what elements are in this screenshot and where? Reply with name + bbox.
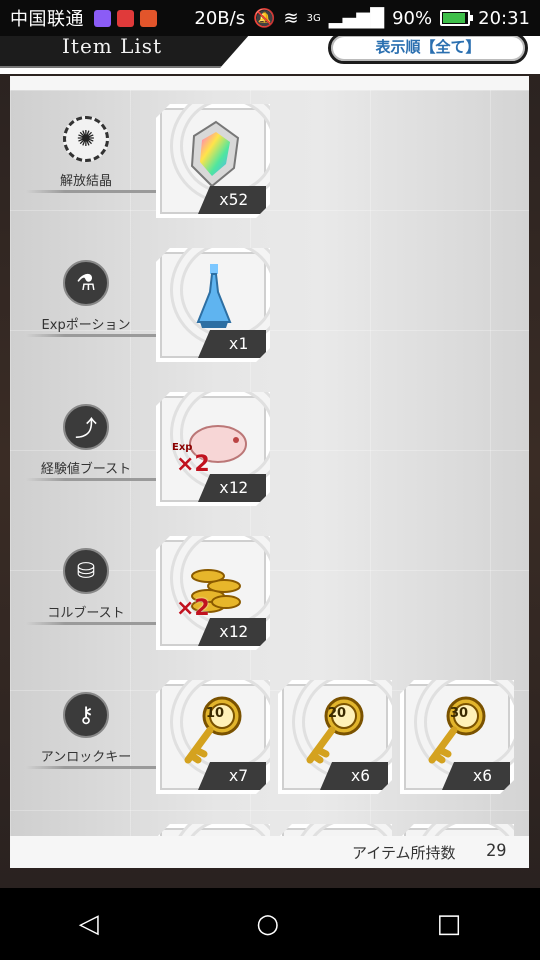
item-list[interactable]: ✺ 解放結晶 x52 ⚗ Expポーション x1 ⤴ 経験値ブースト Exp ×2 x12 ⛁ コルブー… xyxy=(10,90,529,836)
wifi-icon: ≋ xyxy=(283,7,299,29)
mute-icon: 🔕 xyxy=(253,7,276,29)
multiplier-badge: ×2 xyxy=(176,452,210,477)
category-label: ✺ 解放結晶 xyxy=(24,104,156,214)
item-card-partial[interactable] xyxy=(400,824,514,836)
clock: 20:31 xyxy=(478,7,530,29)
title-tab: Item List xyxy=(0,36,250,68)
category-row: ⛁ コルブースト ×2 x12 xyxy=(10,536,529,680)
home-button[interactable]: ○ xyxy=(256,909,279,939)
flask-icon: ⚗ xyxy=(63,260,109,306)
multiplier-badge: ×2 xyxy=(176,596,210,621)
key-number: 20 xyxy=(328,706,347,721)
category-label: ⚗ Expポーション xyxy=(24,248,156,358)
item-card-partial[interactable] xyxy=(278,824,392,836)
back-button[interactable]: ◁ xyxy=(79,909,99,939)
status-bar: 中国联通 20B/s 🔕 ≋ 3G ▂▄▆█ 90% 20:31 xyxy=(0,0,540,36)
item-count-label: アイテム所持数 xyxy=(352,844,456,862)
battery-percent: 90% xyxy=(392,7,433,29)
sort-order-button[interactable]: 表示順【全て】 xyxy=(328,36,528,64)
key-number: 10 xyxy=(206,706,225,721)
category-name: 経験値ブースト xyxy=(40,462,132,477)
notification-icons xyxy=(94,9,157,27)
item-count: x7 xyxy=(198,762,266,790)
navigation-bar: ◁ ○ □ xyxy=(0,888,540,960)
header-bar: Item List 表示順【全て】 xyxy=(0,36,540,74)
blue-potion-image xyxy=(178,262,250,334)
signal-icon: ▂▄▆█ xyxy=(328,7,385,29)
gold-key-image xyxy=(422,694,494,766)
recents-button[interactable]: □ xyxy=(437,909,462,939)
item-count-footer: アイテム所持数 29 xyxy=(10,836,529,868)
category-row: ⤴ 経験値ブースト Exp ×2 x12 xyxy=(10,392,529,536)
item-card[interactable]: x1 xyxy=(156,248,270,362)
exp-boost-icon: ⤴ xyxy=(63,404,109,450)
carrier-name: 中国联通 xyxy=(10,9,84,30)
network-speed: 20B/s xyxy=(194,7,246,29)
category-name: Expポーション xyxy=(41,318,131,333)
category-row: ✺ 解放結晶 x52 xyxy=(10,104,529,248)
coin-boost-icon: ⛁ xyxy=(63,548,109,594)
app-notification-icon xyxy=(140,9,157,27)
game-screen: Item List 表示順【全て】 ✺ 解放結晶 x52 ⚗ Expポーション x1 ⤴ 経験… xyxy=(0,36,540,888)
item-count: x6 xyxy=(320,762,388,790)
item-card[interactable]: x52 xyxy=(156,104,270,218)
item-count: x1 xyxy=(198,330,266,358)
gold-key-image xyxy=(300,694,372,766)
category-name: 解放結晶 xyxy=(59,174,112,189)
category-underline xyxy=(26,478,156,481)
rainbow-crystal-image xyxy=(178,118,250,190)
network-type: 3G xyxy=(306,12,321,24)
item-count: x6 xyxy=(442,762,510,790)
category-underline xyxy=(26,190,156,193)
item-card-partial[interactable] xyxy=(156,824,270,836)
item-card[interactable]: 10 x7 xyxy=(156,680,270,794)
crystal-gear-icon: ✺ xyxy=(63,116,109,162)
item-card[interactable]: 20 x6 xyxy=(278,680,392,794)
item-count: x12 xyxy=(198,618,266,646)
item-count: x52 xyxy=(198,186,266,214)
category-row: ⚷ アンロックキー 10 x7 20 x6 30 x6 xyxy=(10,680,529,824)
category-underline xyxy=(26,766,156,769)
item-count: x12 xyxy=(198,474,266,502)
key-number: 30 xyxy=(450,706,469,721)
category-name: コルブースト xyxy=(47,606,125,621)
item-card[interactable]: ×2 x12 xyxy=(156,536,270,650)
item-count-value: 29 xyxy=(486,841,507,861)
item-card[interactable]: 30 x6 xyxy=(400,680,514,794)
sort-order-label: 表示順【全て】 xyxy=(375,38,481,56)
gallery-notification-icon xyxy=(94,9,111,27)
item-list-panel[interactable]: ✺ 解放結晶 x52 ⚗ Expポーション x1 ⤴ 経験値ブースト Exp ×2 x12 ⛁ コルブー… xyxy=(10,76,529,868)
category-row: ⚗ Expポーション x1 xyxy=(10,248,529,392)
category-underline xyxy=(26,622,156,625)
category-label: ⤴ 経験値ブースト xyxy=(24,392,156,502)
key-icon: ⚷ xyxy=(63,692,109,738)
item-card[interactable]: Exp ×2 x12 xyxy=(156,392,270,506)
category-name: アンロックキー xyxy=(40,750,132,765)
category-underline xyxy=(26,334,156,337)
huawei-notification-icon xyxy=(117,9,134,27)
category-label: ⚷ アンロックキー xyxy=(24,680,156,790)
gold-key-image xyxy=(178,694,250,766)
category-label: ⛁ コルブースト xyxy=(24,536,156,646)
page-title: Item List xyxy=(62,36,163,58)
battery-icon xyxy=(440,10,474,26)
